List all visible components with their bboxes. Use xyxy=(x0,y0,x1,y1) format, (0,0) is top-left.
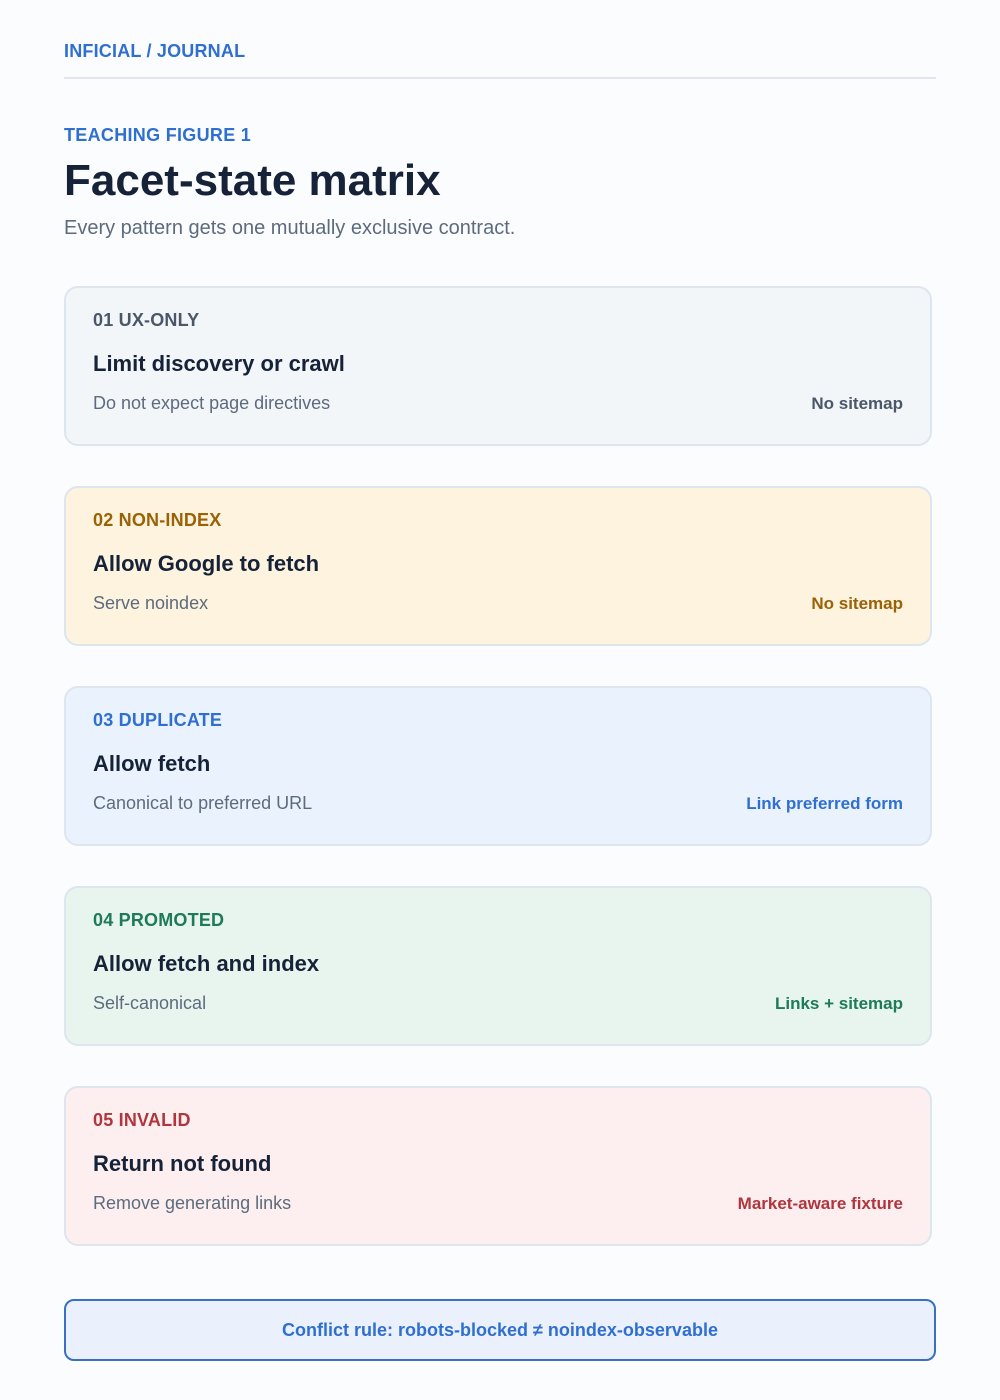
state-action: Allow fetch xyxy=(93,751,211,776)
figure-eyebrow: TEACHING FIGURE 1 xyxy=(64,125,252,145)
state-detail: Serve noindex xyxy=(93,593,209,613)
state-sitemap-tag: No sitemap xyxy=(811,394,903,413)
page-subtitle: Every pattern gets one mutually exclusiv… xyxy=(64,217,516,239)
state-card-invalid: 05 INVALID Return not found Remove gener… xyxy=(64,1086,932,1246)
state-code: 03 DUPLICATE xyxy=(93,710,223,730)
state-code: 04 PROMOTED xyxy=(93,910,225,930)
state-fixture-tag: Market-aware fixture xyxy=(737,1194,903,1213)
state-detail: Do not expect page directives xyxy=(93,393,331,413)
page-title: Facet-state matrix xyxy=(64,156,441,205)
state-action: Return not found xyxy=(93,1151,272,1176)
state-detail: Remove generating links xyxy=(93,1193,292,1213)
state-card-non-index: 02 NON-INDEX Allow Google to fetch Serve… xyxy=(64,486,932,646)
header-divider xyxy=(64,77,936,79)
state-sitemap-tag: Links + sitemap xyxy=(774,994,903,1013)
state-detail: Canonical to preferred URL xyxy=(93,793,313,813)
state-link-tag: Link preferred form xyxy=(746,794,903,813)
state-action: Limit discovery or crawl xyxy=(93,351,345,376)
state-action: Allow fetch and index xyxy=(93,951,320,976)
state-code: 02 NON-INDEX xyxy=(93,510,222,530)
state-card-promoted: 04 PROMOTED Allow fetch and index Self-c… xyxy=(64,886,932,1046)
state-code: 01 UX-ONLY xyxy=(93,310,200,330)
state-card-duplicate: 03 DUPLICATE Allow fetch Canonical to pr… xyxy=(64,686,932,846)
state-code: 05 INVALID xyxy=(93,1110,191,1130)
state-detail: Self-canonical xyxy=(93,993,207,1013)
state-card-ux-only: 01 UX-ONLY Limit discovery or crawl Do n… xyxy=(64,286,932,446)
state-sitemap-tag: No sitemap xyxy=(811,594,903,613)
conflict-rule-banner: Conflict rule: robots-blocked ≠ noindex-… xyxy=(64,1299,936,1361)
journal-brand[interactable]: INFICIAL / JOURNAL xyxy=(64,41,245,62)
state-action: Allow Google to fetch xyxy=(93,551,320,576)
